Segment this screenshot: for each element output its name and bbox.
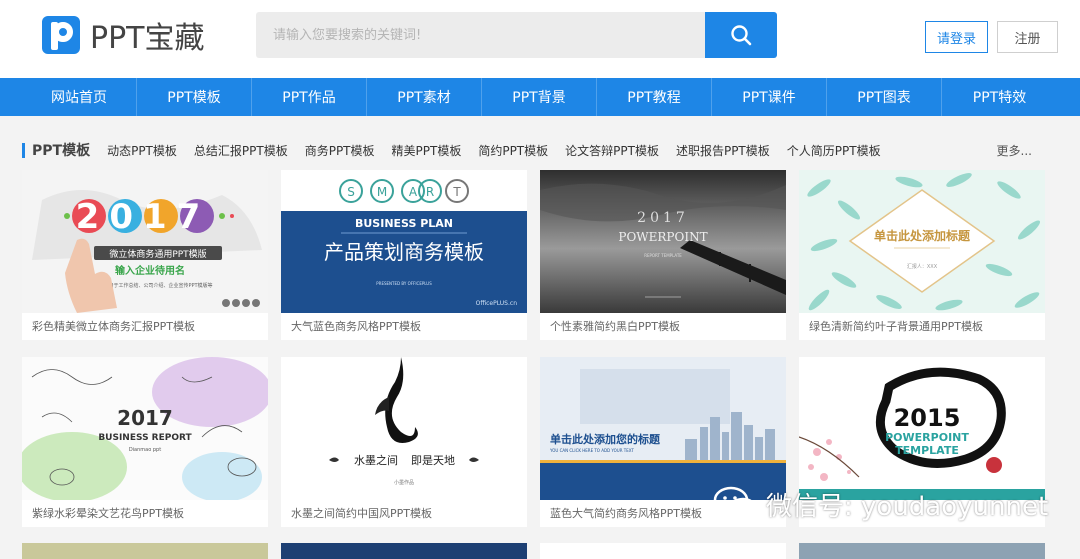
login-button[interactable]: 请登录 bbox=[925, 21, 988, 53]
template-thumbnail[interactable]: 单击此处添加标题 汇报人：XXX bbox=[799, 170, 1045, 313]
template-thumbnail[interactable] bbox=[281, 543, 527, 559]
template-card[interactable] bbox=[22, 543, 268, 559]
nav-item-ppt-charts[interactable]: PPT图表 bbox=[827, 78, 942, 116]
svg-text:R: R bbox=[426, 185, 434, 199]
template-thumbnail[interactable] bbox=[540, 543, 786, 559]
thumb-line1: 单击此处添加标题 bbox=[874, 228, 971, 243]
wechat-icon bbox=[713, 486, 758, 521]
thumb-line1: 水墨之间 bbox=[354, 453, 398, 467]
category-bar: PPT模板 动态PPT模板 总结汇报PPT模板 商务PPT模板 精美PPT模板 … bbox=[22, 140, 1045, 160]
template-thumbnail[interactable]: 2015 POWERPOINT TEMPLATE bbox=[799, 357, 1045, 500]
template-title[interactable]: 水墨之间简约中国风PPT模板 bbox=[291, 505, 432, 521]
category-title[interactable]: PPT模板 bbox=[32, 140, 90, 160]
template-card[interactable] bbox=[281, 543, 527, 559]
nav-item-ppt-materials[interactable]: PPT素材 bbox=[367, 78, 482, 116]
header: PPT宝藏 请登录 注册 bbox=[0, 0, 1080, 78]
category-link[interactable]: 商务PPT模板 bbox=[305, 142, 375, 159]
thumb-line1: 2017 bbox=[117, 406, 173, 430]
category-link[interactable]: 述职报告PPT模板 bbox=[676, 142, 770, 159]
category-marker bbox=[22, 142, 25, 158]
category-more-link[interactable]: 更多... bbox=[997, 142, 1032, 159]
template-card[interactable] bbox=[799, 543, 1045, 559]
thumb-line2: 汇报人：XXX bbox=[907, 263, 938, 270]
thumb-line2: 输入企业待用名 bbox=[115, 264, 185, 277]
thumb-line1: 微立体商务通用PPT模版 bbox=[109, 248, 206, 260]
nav-item-home[interactable]: 网站首页 bbox=[22, 78, 137, 116]
thumb-line2: POWERPOINT bbox=[618, 230, 707, 244]
register-button[interactable]: 注册 bbox=[997, 21, 1058, 53]
logo-text: PPT宝藏 bbox=[90, 21, 205, 56]
template-card[interactable] bbox=[540, 543, 786, 559]
template-card[interactable]: 水墨之间 即是天地 小墨作品 水墨之间简约中国风PPT模板 bbox=[281, 357, 527, 527]
search-icon bbox=[731, 25, 752, 46]
template-title[interactable]: 大气蓝色商务风格PPT模板 bbox=[291, 318, 421, 334]
thumb-2017: 2017 bbox=[76, 197, 211, 237]
thumb-line3: REPORT TEMPLATE bbox=[644, 253, 682, 258]
svg-text:S: S bbox=[347, 185, 355, 199]
thumb-line1: BUSINESS PLAN bbox=[355, 217, 453, 230]
category-link[interactable]: 总结汇报PPT模板 bbox=[194, 142, 288, 159]
category-link[interactable]: 论文答辩PPT模板 bbox=[565, 142, 659, 159]
template-card[interactable]: S M A R T BUSINESS PLAN 产品策划商务模板 PRESENT… bbox=[281, 170, 527, 340]
search-input[interactable] bbox=[256, 12, 705, 58]
category-link[interactable]: 精美PPT模板 bbox=[392, 142, 462, 159]
thumb-line2: BUSINESS REPORT bbox=[98, 433, 192, 443]
svg-text:T: T bbox=[452, 185, 461, 199]
nav-item-ppt-backgrounds[interactable]: PPT背景 bbox=[482, 78, 597, 116]
thumb-line3: Dianmao ppt bbox=[129, 447, 161, 453]
wechat-watermark: 微信号: youdaoyunnet bbox=[712, 484, 1048, 524]
thumb-line1: 2015 bbox=[894, 404, 961, 432]
thumb-line2: POWERPOINT bbox=[885, 431, 969, 444]
template-card[interactable]: 2017 POWERPOINT REPORT TEMPLATE 个性素雅简约黑白… bbox=[540, 170, 786, 340]
svg-text:M: M bbox=[377, 185, 387, 199]
nav-item-ppt-effects[interactable]: PPT特效 bbox=[942, 78, 1057, 116]
nav-item-ppt-works[interactable]: PPT作品 bbox=[252, 78, 367, 116]
thumb-brand: OfficePLUS.cn bbox=[476, 300, 518, 307]
category-link[interactable]: 个人简历PPT模板 bbox=[787, 142, 881, 159]
template-title[interactable]: 紫绿水彩晕染文艺花鸟PPT模板 bbox=[32, 505, 184, 521]
thumb-line1: 2017 bbox=[637, 210, 689, 226]
category-link[interactable]: 简约PPT模板 bbox=[478, 142, 548, 159]
site-logo[interactable]: PPT宝藏 bbox=[42, 15, 205, 56]
nav-item-ppt-templates[interactable]: PPT模板 bbox=[137, 78, 252, 116]
template-card[interactable]: 单击此处添加标题 汇报人：XXX 绿色清新简约叶子背景通用PPT模板 bbox=[799, 170, 1045, 340]
template-thumbnail[interactable]: S M A R T BUSINESS PLAN 产品策划商务模板 PRESENT… bbox=[281, 170, 527, 313]
thumb-line2: YOU CAN CLICK HERE TO ADD YOUR TEXT bbox=[549, 448, 634, 453]
template-title[interactable]: 绿色清新简约叶子背景通用PPT模板 bbox=[809, 318, 983, 334]
template-thumbnail[interactable]: 2017 微立体商务通用PPT模版 输入企业待用名 适用于工作总结、公司介绍、企… bbox=[22, 170, 268, 313]
template-title[interactable]: 彩色精美微立体商务汇报PPT模板 bbox=[32, 318, 195, 334]
template-thumbnail[interactable] bbox=[799, 543, 1045, 559]
template-title[interactable]: 个性素雅简约黑白PPT模板 bbox=[550, 318, 680, 334]
main-nav: 网站首页 PPT模板 PPT作品 PPT素材 PPT背景 PPT教程 PPT课件… bbox=[0, 78, 1080, 116]
thumb-line1: 单击此处添加您的标题 bbox=[550, 432, 661, 446]
search-bar bbox=[256, 12, 777, 58]
template-thumbnail[interactable] bbox=[22, 543, 268, 559]
template-title[interactable]: 蓝色大气简约商务风格PPT模板 bbox=[550, 505, 702, 521]
template-card[interactable]: 2017 微立体商务通用PPT模版 输入企业待用名 适用于工作总结、公司介绍、企… bbox=[22, 170, 268, 340]
template-card[interactable]: 2017 BUSINESS REPORT Dianmao ppt 紫绿水彩晕染文… bbox=[22, 357, 268, 527]
template-thumbnail[interactable]: 2017 BUSINESS REPORT Dianmao ppt bbox=[22, 357, 268, 500]
svg-text:A: A bbox=[409, 185, 418, 199]
search-button[interactable] bbox=[705, 12, 777, 58]
thumb-line3: 适用于工作总结、公司介绍、企业宣传PPT模版等 bbox=[103, 282, 212, 289]
logo-p-icon bbox=[42, 16, 80, 54]
watermark-text: 微信号: youdaoyunnet bbox=[766, 491, 1049, 522]
thumb-line3: TEMPLATE bbox=[895, 444, 959, 457]
nav-item-ppt-courseware[interactable]: PPT课件 bbox=[712, 78, 827, 116]
thumb-line2: 即是天地 bbox=[411, 454, 455, 467]
thumb-line3: PRESENTED BY OFFICEPLUS bbox=[376, 281, 432, 286]
nav-item-ppt-tutorials[interactable]: PPT教程 bbox=[597, 78, 712, 116]
category-link[interactable]: 动态PPT模板 bbox=[107, 142, 177, 159]
template-thumbnail[interactable]: 水墨之间 即是天地 小墨作品 bbox=[281, 357, 527, 500]
thumb-line3: 小墨作品 bbox=[394, 479, 414, 486]
thumb-line2: 产品策划商务模板 bbox=[324, 240, 484, 264]
template-thumbnail[interactable]: 单击此处添加您的标题 YOU CAN CLICK HERE TO ADD YOU… bbox=[540, 357, 786, 500]
template-thumbnail[interactable]: 2017 POWERPOINT REPORT TEMPLATE bbox=[540, 170, 786, 313]
